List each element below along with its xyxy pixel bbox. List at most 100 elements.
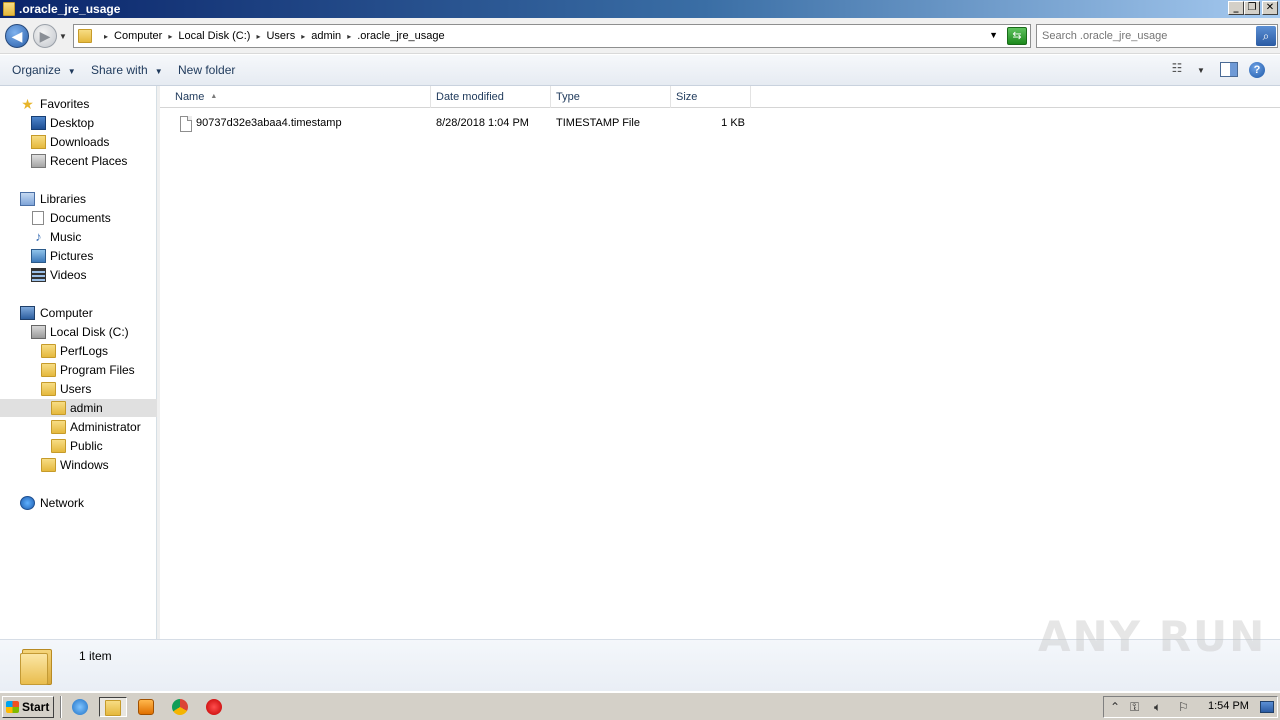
close-button[interactable]: ✕	[1262, 1, 1278, 15]
minimize-button[interactable]: _	[1228, 1, 1244, 15]
taskbar-divider	[60, 696, 62, 718]
chevron-icon[interactable]: ▸	[347, 32, 351, 41]
nav-pictures[interactable]: Pictures	[0, 247, 157, 265]
chrome-icon	[172, 699, 188, 715]
folder-icon	[41, 458, 56, 472]
nav-computer[interactable]: Computer	[0, 304, 157, 322]
watermark-logo: ANY RUN	[1038, 612, 1267, 661]
refresh-button[interactable]: ⇆	[1007, 27, 1027, 45]
chevron-icon[interactable]: ▸	[168, 32, 172, 41]
nav-admin[interactable]: admin	[0, 399, 157, 417]
nav-windows[interactable]: Windows	[0, 456, 157, 474]
libraries-icon	[20, 192, 35, 206]
show-hidden-icons-icon[interactable]: ⌃	[1110, 700, 1120, 714]
nav-recent-places[interactable]: Recent Places	[0, 152, 157, 170]
refresh-icon: ⇆	[1012, 30, 1022, 42]
nav-downloads[interactable]: Downloads	[0, 133, 157, 151]
column-header-date-modified[interactable]: Date modified	[431, 86, 551, 108]
back-button[interactable]: ◀	[5, 24, 29, 48]
forward-button[interactable]: ▶	[33, 24, 57, 48]
breadcrumb-local-disk[interactable]: Local Disk (C:)	[178, 30, 250, 42]
nav-favorites[interactable]: ★ Favorites	[0, 95, 157, 113]
chevron-icon[interactable]: ▸	[256, 32, 260, 41]
nav-label: admin	[70, 401, 103, 415]
nav-label: Recent Places	[50, 154, 128, 168]
window-title: .oracle_jre_usage	[19, 2, 121, 16]
taskbar-opera[interactable]	[203, 697, 225, 717]
file-date-modified: 8/28/2018 1:04 PM	[436, 117, 529, 129]
star-icon: ★	[21, 96, 34, 112]
flag-icon[interactable]: ⚐	[1178, 700, 1189, 714]
nav-label: Pictures	[50, 249, 94, 263]
search-input[interactable]	[1042, 28, 1252, 44]
address-bar[interactable]: ▸ Computer ▸ Local Disk (C:) ▸ Users ▸ a…	[73, 24, 1031, 48]
nav-label: Local Disk (C:)	[50, 325, 129, 339]
chevron-down-icon: ▼	[67, 67, 76, 76]
item-count: 1 item	[79, 649, 112, 663]
recent-places-icon	[31, 154, 46, 168]
volume-icon[interactable]: 🔈︎	[1154, 700, 1161, 715]
nav-perflogs[interactable]: PerfLogs	[0, 342, 157, 360]
desktop-icon	[31, 116, 46, 130]
column-header-size[interactable]: Size	[671, 86, 751, 108]
share-with-button[interactable]: Share with ▼	[91, 63, 163, 77]
nav-label: Downloads	[50, 135, 110, 149]
taskbar-internet-explorer[interactable]	[69, 697, 91, 717]
chevron-icon[interactable]: ▸	[301, 32, 305, 41]
view-options-dropdown[interactable]: ▼	[1197, 66, 1205, 84]
address-row: ◀ ▶ ▼ ▸ Computer ▸ Local Disk (C:) ▸ Use…	[0, 18, 1280, 54]
nav-documents[interactable]: Documents	[0, 209, 157, 227]
show-desktop-icon[interactable]	[1260, 701, 1274, 713]
chevron-icon[interactable]: ▸	[104, 32, 108, 41]
nav-local-disk[interactable]: Local Disk (C:)	[0, 323, 157, 341]
folder-icon	[3, 2, 15, 16]
address-dropdown-icon[interactable]: ▼	[989, 30, 998, 40]
organize-button[interactable]: Organize ▼	[12, 63, 76, 77]
command-bar: Organize ▼ Share with ▼ New folder ☷ ▼	[0, 55, 1280, 86]
nav-users[interactable]: Users	[0, 380, 157, 398]
search-box[interactable]: ⌕	[1036, 24, 1278, 48]
sort-ascending-icon: ▲	[210, 93, 218, 100]
folder-icon	[51, 439, 66, 453]
nav-administrator[interactable]: Administrator	[0, 418, 157, 436]
folder-icon	[41, 382, 56, 396]
recent-pages-dropdown[interactable]: ▼	[59, 32, 67, 41]
restore-button[interactable]: ❐	[1244, 1, 1260, 15]
breadcrumb-users[interactable]: Users	[266, 30, 295, 42]
media-player-icon	[138, 699, 154, 715]
start-button[interactable]: Start	[2, 696, 54, 718]
nav-label: Videos	[50, 268, 87, 282]
folder-icon	[51, 420, 66, 434]
nav-desktop[interactable]: Desktop	[0, 114, 157, 132]
taskbar-explorer[interactable]	[99, 697, 127, 717]
nav-label: Administrator	[70, 420, 141, 434]
clock[interactable]: 1:54 PM	[1208, 700, 1249, 712]
nav-program-files[interactable]: Program Files	[0, 361, 157, 379]
column-header-type[interactable]: Type	[551, 86, 671, 108]
action-center-icon[interactable]: ⚿	[1130, 700, 1139, 715]
taskbar: Start ⌃ ⚿ 🔈︎ ⚐ 1:54 PM	[0, 692, 1280, 720]
share-with-label: Share with	[91, 63, 148, 77]
breadcrumb-admin[interactable]: admin	[311, 30, 341, 42]
file-row[interactable]: 90737d32e3abaa4.timestamp 8/28/2018 1:04…	[160, 115, 760, 135]
search-icon[interactable]: ⌕	[1256, 26, 1276, 46]
taskbar-media-player[interactable]	[135, 697, 157, 717]
nav-label: Documents	[50, 211, 111, 225]
breadcrumb-computer[interactable]: Computer	[114, 30, 162, 42]
column-header-name[interactable]: Name ▲	[160, 86, 431, 108]
breadcrumb-current-folder[interactable]: .oracle_jre_usage	[357, 30, 444, 42]
nav-music[interactable]: ♪ Music	[0, 228, 157, 246]
nav-videos[interactable]: Videos	[0, 266, 157, 284]
nav-network[interactable]: Network	[0, 494, 157, 512]
help-icon[interactable]: ?	[1249, 62, 1265, 78]
column-headers: Name ▲ Date modified Type Size	[160, 86, 1280, 108]
breadcrumb: ▸ Computer ▸ Local Disk (C:) ▸ Users ▸ a…	[98, 25, 445, 47]
taskbar-chrome[interactable]	[169, 697, 191, 717]
preview-pane-icon[interactable]	[1220, 62, 1238, 77]
nav-libraries[interactable]: Libraries	[0, 190, 157, 208]
change-view-icon[interactable]: ☷	[1168, 61, 1186, 79]
downloads-icon	[31, 135, 46, 149]
new-folder-button[interactable]: New folder	[178, 63, 235, 77]
videos-icon	[31, 268, 46, 282]
nav-public[interactable]: Public	[0, 437, 157, 455]
